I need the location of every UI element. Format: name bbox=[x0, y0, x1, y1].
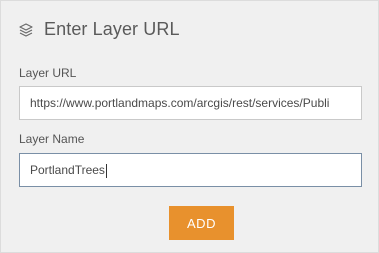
layers-icon bbox=[18, 22, 34, 38]
panel-header: Enter Layer URL bbox=[18, 19, 180, 40]
layer-url-label: Layer URL bbox=[19, 66, 77, 80]
layer-name-input[interactable]: PortlandTrees bbox=[19, 153, 362, 187]
layer-name-value: PortlandTrees bbox=[30, 163, 105, 177]
text-caret bbox=[105, 163, 107, 178]
panel-title: Enter Layer URL bbox=[44, 19, 180, 39]
layer-url-value: https://www.portlandmaps.com/arcgis/rest… bbox=[30, 96, 330, 110]
add-button[interactable]: ADD bbox=[169, 206, 234, 240]
layer-name-label: Layer Name bbox=[19, 132, 85, 146]
enter-layer-url-panel: Enter Layer URL Layer URL https://www.po… bbox=[0, 0, 379, 253]
layer-url-input[interactable]: https://www.portlandmaps.com/arcgis/rest… bbox=[19, 86, 362, 120]
